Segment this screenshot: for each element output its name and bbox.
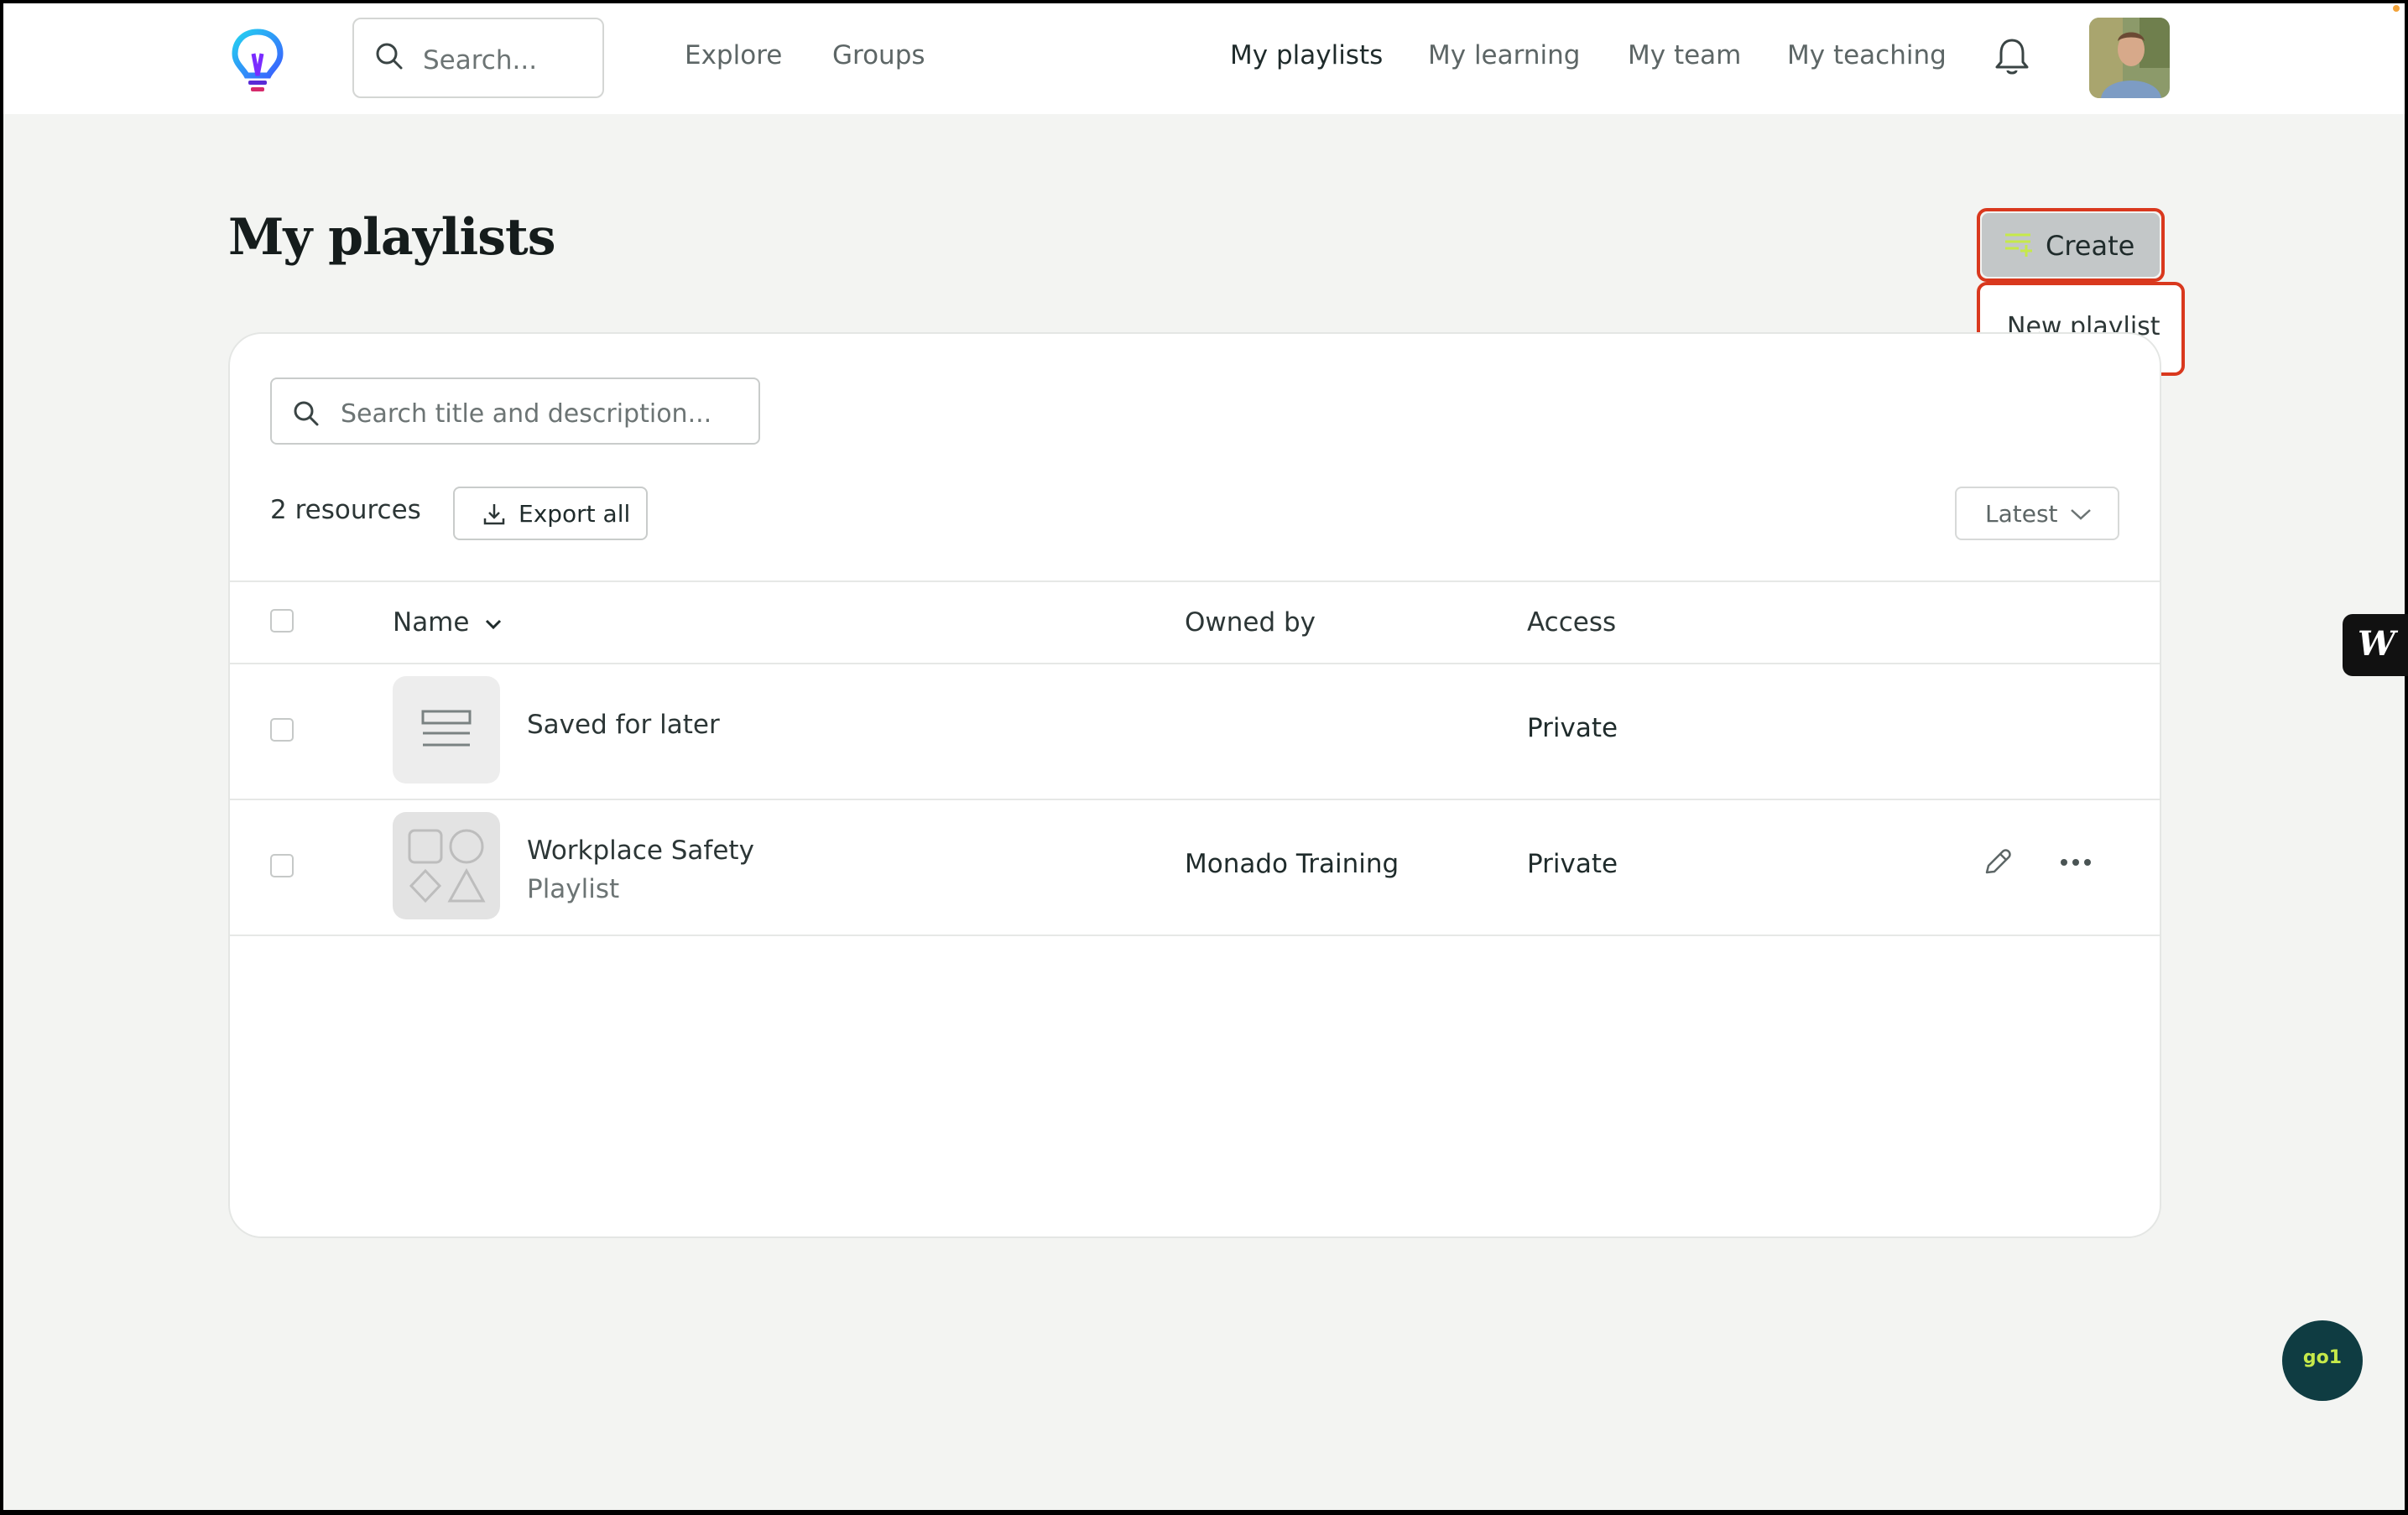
table-search-input[interactable]: [339, 396, 745, 431]
divider: [230, 935, 2160, 936]
playlists-card: 2 resources Export all Latest Name Owned…: [228, 332, 2161, 1238]
column-header-access: Access: [1527, 607, 1617, 638]
search-icon: [376, 43, 403, 70]
avatar-photo: [2089, 18, 2170, 98]
divider: [230, 799, 2160, 800]
nav-search-box[interactable]: [352, 18, 604, 98]
chevron-down-icon: [486, 619, 502, 629]
chevron-down-icon: [2071, 509, 2091, 520]
export-all-button[interactable]: Export all: [453, 487, 648, 540]
divider: [230, 580, 2160, 582]
divider: [230, 663, 2160, 664]
w-badge-label: W: [2358, 624, 2395, 664]
nav-link-groups[interactable]: Groups: [832, 40, 925, 70]
row-thumbnail: [393, 676, 500, 784]
nav-link-my-team[interactable]: My team: [1628, 40, 1741, 70]
create-button[interactable]: Create: [1982, 213, 2160, 277]
list-icon: [421, 710, 472, 747]
row-thumbnail: [393, 812, 500, 919]
row-title[interactable]: Workplace Safety: [527, 836, 754, 866]
lightbulb-logo-icon[interactable]: [228, 29, 287, 96]
nav-search-input[interactable]: [421, 43, 592, 78]
column-header-name-label: Name: [393, 607, 470, 638]
user-avatar[interactable]: [2089, 18, 2170, 98]
download-icon: [483, 504, 505, 525]
resource-count: 2 resources: [270, 495, 421, 525]
column-header-owned-by: Owned by: [1185, 607, 1316, 638]
go1-chat-label: go1: [2302, 1347, 2343, 1368]
top-navbar: Explore Groups My playlists My learning …: [3, 3, 2405, 114]
playlist-add-icon: [2005, 233, 2032, 257]
go1-chat-button[interactable]: go1: [2282, 1320, 2363, 1401]
row-checkbox[interactable]: [270, 718, 294, 742]
page-title: My playlists: [228, 208, 556, 267]
shapes-icon: [408, 829, 486, 903]
nav-link-my-playlists[interactable]: My playlists: [1230, 40, 1383, 70]
row-checkbox[interactable]: [270, 854, 294, 877]
nav-link-my-teaching[interactable]: My teaching: [1787, 40, 1947, 70]
more-options-icon[interactable]: [2059, 852, 2093, 872]
row-title[interactable]: Saved for later: [527, 710, 720, 740]
sort-label: Latest: [1985, 500, 2058, 528]
row-access: Private: [1527, 849, 1618, 879]
export-all-label: Export all: [519, 500, 631, 528]
column-header-name[interactable]: Name: [393, 607, 503, 638]
bell-icon[interactable]: [1994, 37, 2030, 77]
nav-link-explore[interactable]: Explore: [685, 40, 782, 70]
w-extension-badge[interactable]: W: [2343, 614, 2408, 676]
nav-link-my-learning[interactable]: My learning: [1428, 40, 1580, 70]
select-all-checkbox[interactable]: [270, 609, 294, 633]
search-icon: [294, 401, 319, 426]
row-subtitle: Playlist: [527, 874, 620, 904]
row-access: Private: [1527, 713, 1618, 743]
sort-dropdown[interactable]: Latest: [1955, 487, 2119, 540]
row-owner: Monado Training: [1185, 849, 1399, 879]
table-search-box[interactable]: [270, 377, 760, 445]
create-button-label: Create: [2046, 230, 2135, 262]
edit-pencil-icon[interactable]: [1980, 846, 2014, 879]
notification-dot: [2393, 5, 2400, 12]
